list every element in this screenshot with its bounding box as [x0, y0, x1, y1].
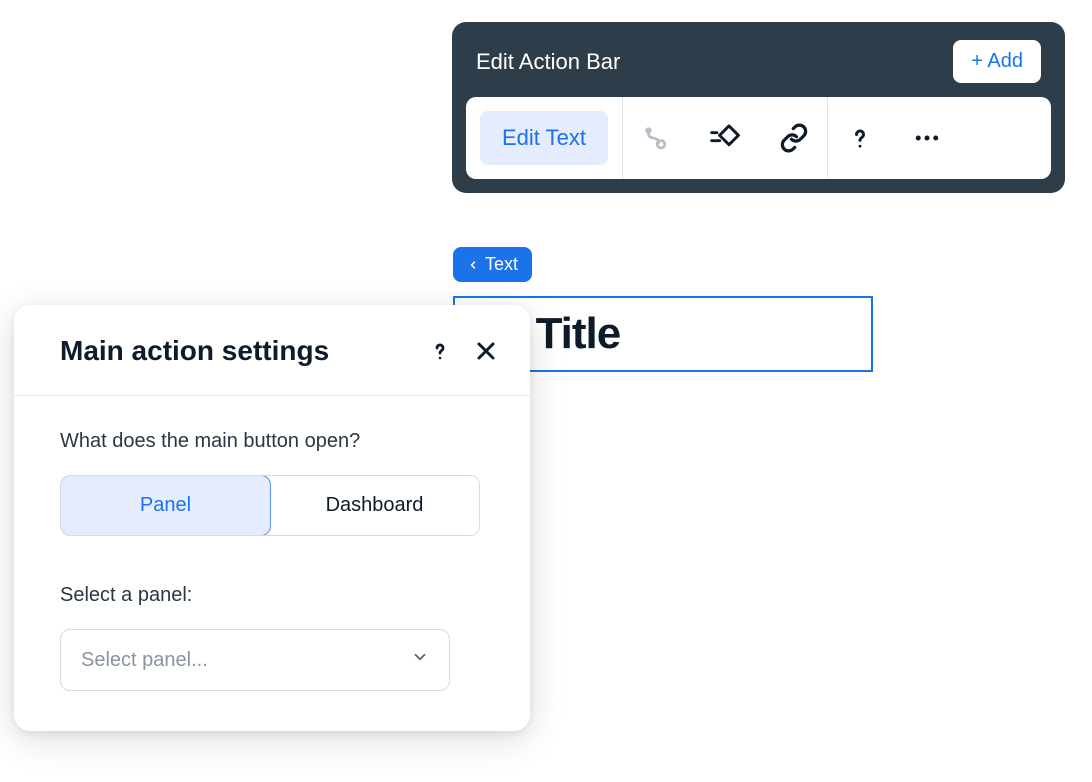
settings-body: What does the main button open? Panel Da… [14, 396, 530, 731]
edit-action-bar: Edit Action Bar + Add Edit Text [452, 22, 1065, 193]
help-icon[interactable] [428, 339, 452, 363]
more-icon[interactable] [912, 123, 942, 153]
action-bar-toolbar: Edit Text [466, 97, 1051, 179]
animation-icon[interactable] [641, 123, 671, 153]
text-pill-label: Text [485, 254, 518, 275]
settings-title: Main action settings [60, 335, 329, 367]
chevron-left-icon [467, 259, 479, 271]
chevron-down-icon [411, 648, 429, 672]
question-label: What does the main button open? [60, 430, 484, 453]
add-button[interactable]: + Add [953, 40, 1041, 83]
toolbar-section-more [828, 97, 960, 179]
close-icon[interactable] [474, 339, 498, 363]
select-panel-dropdown[interactable]: Select panel... [60, 629, 450, 691]
segment-panel[interactable]: Panel [60, 475, 271, 536]
main-action-settings-panel: Main action settings What does the main … [14, 305, 530, 731]
action-bar-title: Edit Action Bar [476, 49, 620, 75]
select-panel-label: Select a panel: [60, 584, 484, 607]
edit-text-button[interactable]: Edit Text [480, 111, 608, 165]
toolbar-section-icons [623, 97, 828, 179]
help-icon[interactable] [846, 124, 874, 152]
settings-header-icons [428, 339, 498, 363]
action-bar-header: Edit Action Bar + Add [466, 36, 1051, 97]
open-target-segmented: Panel Dashboard [60, 475, 480, 536]
select-placeholder: Select panel... [81, 649, 208, 672]
toolbar-section-text: Edit Text [466, 97, 623, 179]
link-icon[interactable] [779, 123, 809, 153]
text-element-pill[interactable]: Text [453, 247, 532, 282]
align-icon[interactable] [709, 122, 741, 154]
segment-dashboard[interactable]: Dashboard [270, 476, 479, 535]
settings-header: Main action settings [14, 305, 530, 396]
